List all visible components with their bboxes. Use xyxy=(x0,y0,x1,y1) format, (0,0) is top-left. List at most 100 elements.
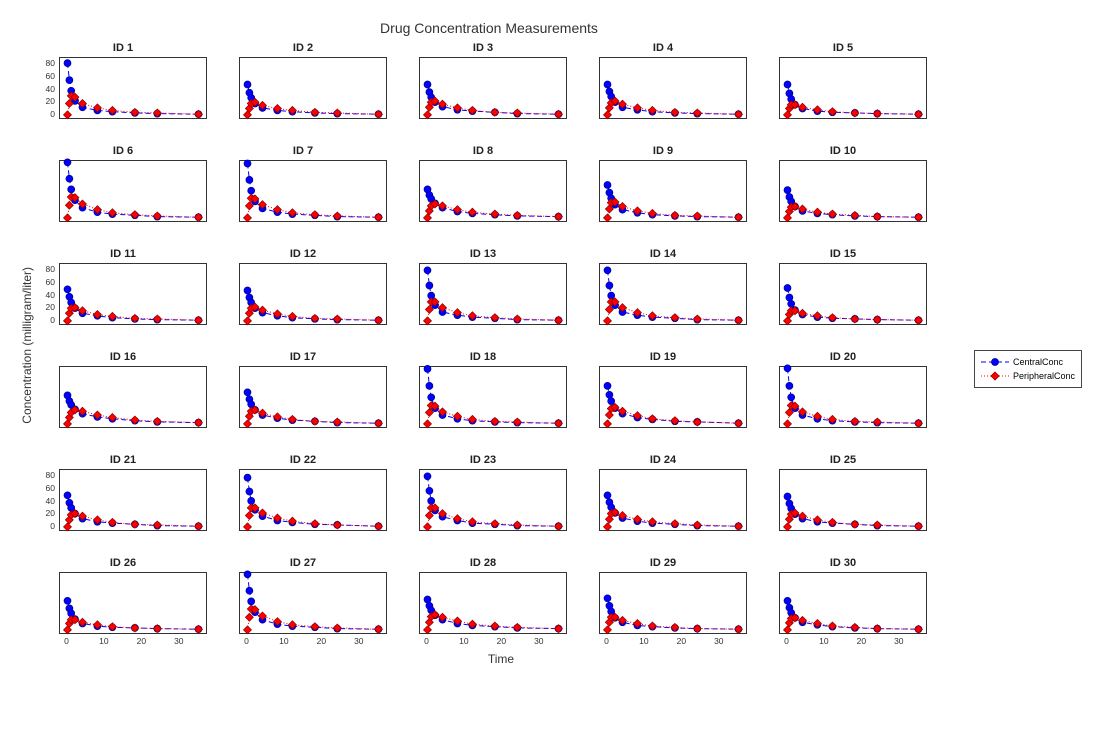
plot-area xyxy=(779,57,927,119)
figure: Drug Concentration Measurements Concentr… xyxy=(20,20,1078,666)
plot-area xyxy=(599,160,747,222)
subplot-panel xyxy=(757,467,929,545)
subplot-11: ID 11020406080 xyxy=(37,248,209,339)
subplot-panel xyxy=(577,364,749,442)
plot-area xyxy=(599,469,747,531)
plot-area xyxy=(779,263,927,325)
subplot-title: ID 27 xyxy=(290,557,316,569)
subplot-panel: 020406080 xyxy=(37,261,209,339)
subplot-title: ID 19 xyxy=(650,351,676,363)
subplot-title: ID 10 xyxy=(830,145,856,157)
subplot-12: ID 12 xyxy=(217,248,389,339)
subplot-panel xyxy=(577,261,749,339)
subplot-8: ID 8 xyxy=(397,145,569,236)
subplot-panel xyxy=(397,261,569,339)
plot-area xyxy=(59,57,207,119)
subplot-title: ID 12 xyxy=(290,248,316,260)
subplot-20: ID 20 xyxy=(757,351,929,442)
y-axis-label: Concentration (milligram/liter) xyxy=(20,267,34,424)
subplot-7: ID 7 xyxy=(217,145,389,236)
subplot-title: ID 17 xyxy=(290,351,316,363)
subplot-panel: 0102030 xyxy=(577,570,749,648)
subplot-25: ID 25 xyxy=(757,454,929,545)
subplot-title: ID 3 xyxy=(473,42,493,54)
subplot-panel xyxy=(397,467,569,545)
x-ticks: 0102030 xyxy=(419,636,567,648)
subplot-title: ID 13 xyxy=(470,248,496,260)
subplot-title: ID 5 xyxy=(833,42,853,54)
subplot-panel xyxy=(217,55,389,133)
subplot-title: ID 28 xyxy=(470,557,496,569)
plot-area xyxy=(419,160,567,222)
subplot-title: ID 25 xyxy=(830,454,856,466)
plot-area xyxy=(599,263,747,325)
subplot-grid: ID 1020406080 ID 2 ID 3 ID 4 ID 5 ID 6 xyxy=(37,42,929,648)
subplot-title: ID 22 xyxy=(290,454,316,466)
subplot-title: ID 24 xyxy=(650,454,676,466)
legend-marker-peripheral xyxy=(981,370,1009,382)
subplot-4: ID 4 xyxy=(577,42,749,133)
subplot-panel xyxy=(217,364,389,442)
subplot-panel xyxy=(217,261,389,339)
x-axis-label: Time xyxy=(56,652,946,666)
plot-area xyxy=(59,469,207,531)
plot-area xyxy=(239,469,387,531)
y-ticks: 020406080 xyxy=(37,57,57,119)
subplot-23: ID 23 xyxy=(397,454,569,545)
subplot-panel xyxy=(757,158,929,236)
subplot-title: ID 6 xyxy=(113,145,133,157)
subplot-panel xyxy=(37,158,209,236)
subplot-title: ID 11 xyxy=(110,248,136,260)
subplot-title: ID 20 xyxy=(830,351,856,363)
plot-area xyxy=(239,572,387,634)
legend-label-peripheral: PeripheralConc xyxy=(1013,371,1075,381)
subplot-title: ID 4 xyxy=(653,42,673,54)
plot-area xyxy=(239,263,387,325)
plot-area xyxy=(419,263,567,325)
subplot-panel xyxy=(757,55,929,133)
subplot-14: ID 14 xyxy=(577,248,749,339)
plot-area xyxy=(779,160,927,222)
x-ticks: 0102030 xyxy=(599,636,747,648)
subplot-panel: 0102030 xyxy=(757,570,929,648)
subplot-title: ID 26 xyxy=(110,557,136,569)
subplot-29: ID 29 0102030 xyxy=(577,557,749,648)
subplot-3: ID 3 xyxy=(397,42,569,133)
subplot-title: ID 7 xyxy=(293,145,313,157)
plot-area xyxy=(59,366,207,428)
subplot-panel: 0102030 xyxy=(397,570,569,648)
plot-area xyxy=(239,160,387,222)
plot-area xyxy=(779,469,927,531)
subplot-panel: 020406080 xyxy=(37,467,209,545)
plot-area xyxy=(239,366,387,428)
subplot-panel xyxy=(757,364,929,442)
legend: CentralConc PeripheralConc xyxy=(974,350,1082,388)
subplot-21: ID 21020406080 xyxy=(37,454,209,545)
plot-area xyxy=(419,366,567,428)
subplot-1: ID 1 020406080 xyxy=(37,42,209,133)
subplot-panel: 0102030 xyxy=(217,570,389,648)
subplot-title: ID 1 xyxy=(113,42,133,54)
subplot-title: ID 23 xyxy=(470,454,496,466)
subplot-6: ID 6 xyxy=(37,145,209,236)
subplot-16: ID 16 xyxy=(37,351,209,442)
plot-area xyxy=(779,572,927,634)
plot-area xyxy=(599,572,747,634)
subplot-panel: 0102030 xyxy=(37,570,209,648)
subplot-title: ID 9 xyxy=(653,145,673,157)
subplot-panel xyxy=(577,467,749,545)
subplot-panel xyxy=(397,55,569,133)
plot-area xyxy=(599,366,747,428)
subplot-title: ID 15 xyxy=(830,248,856,260)
plot-area xyxy=(419,469,567,531)
subplot-panel xyxy=(577,158,749,236)
legend-item-peripheral: PeripheralConc xyxy=(981,369,1075,383)
x-ticks: 0102030 xyxy=(779,636,927,648)
subplot-title: ID 18 xyxy=(470,351,496,363)
subplot-22: ID 22 xyxy=(217,454,389,545)
subplot-title: ID 14 xyxy=(650,248,676,260)
subplot-24: ID 24 xyxy=(577,454,749,545)
subplot-panel xyxy=(217,158,389,236)
x-ticks: 0102030 xyxy=(59,636,207,648)
plot-area xyxy=(59,263,207,325)
